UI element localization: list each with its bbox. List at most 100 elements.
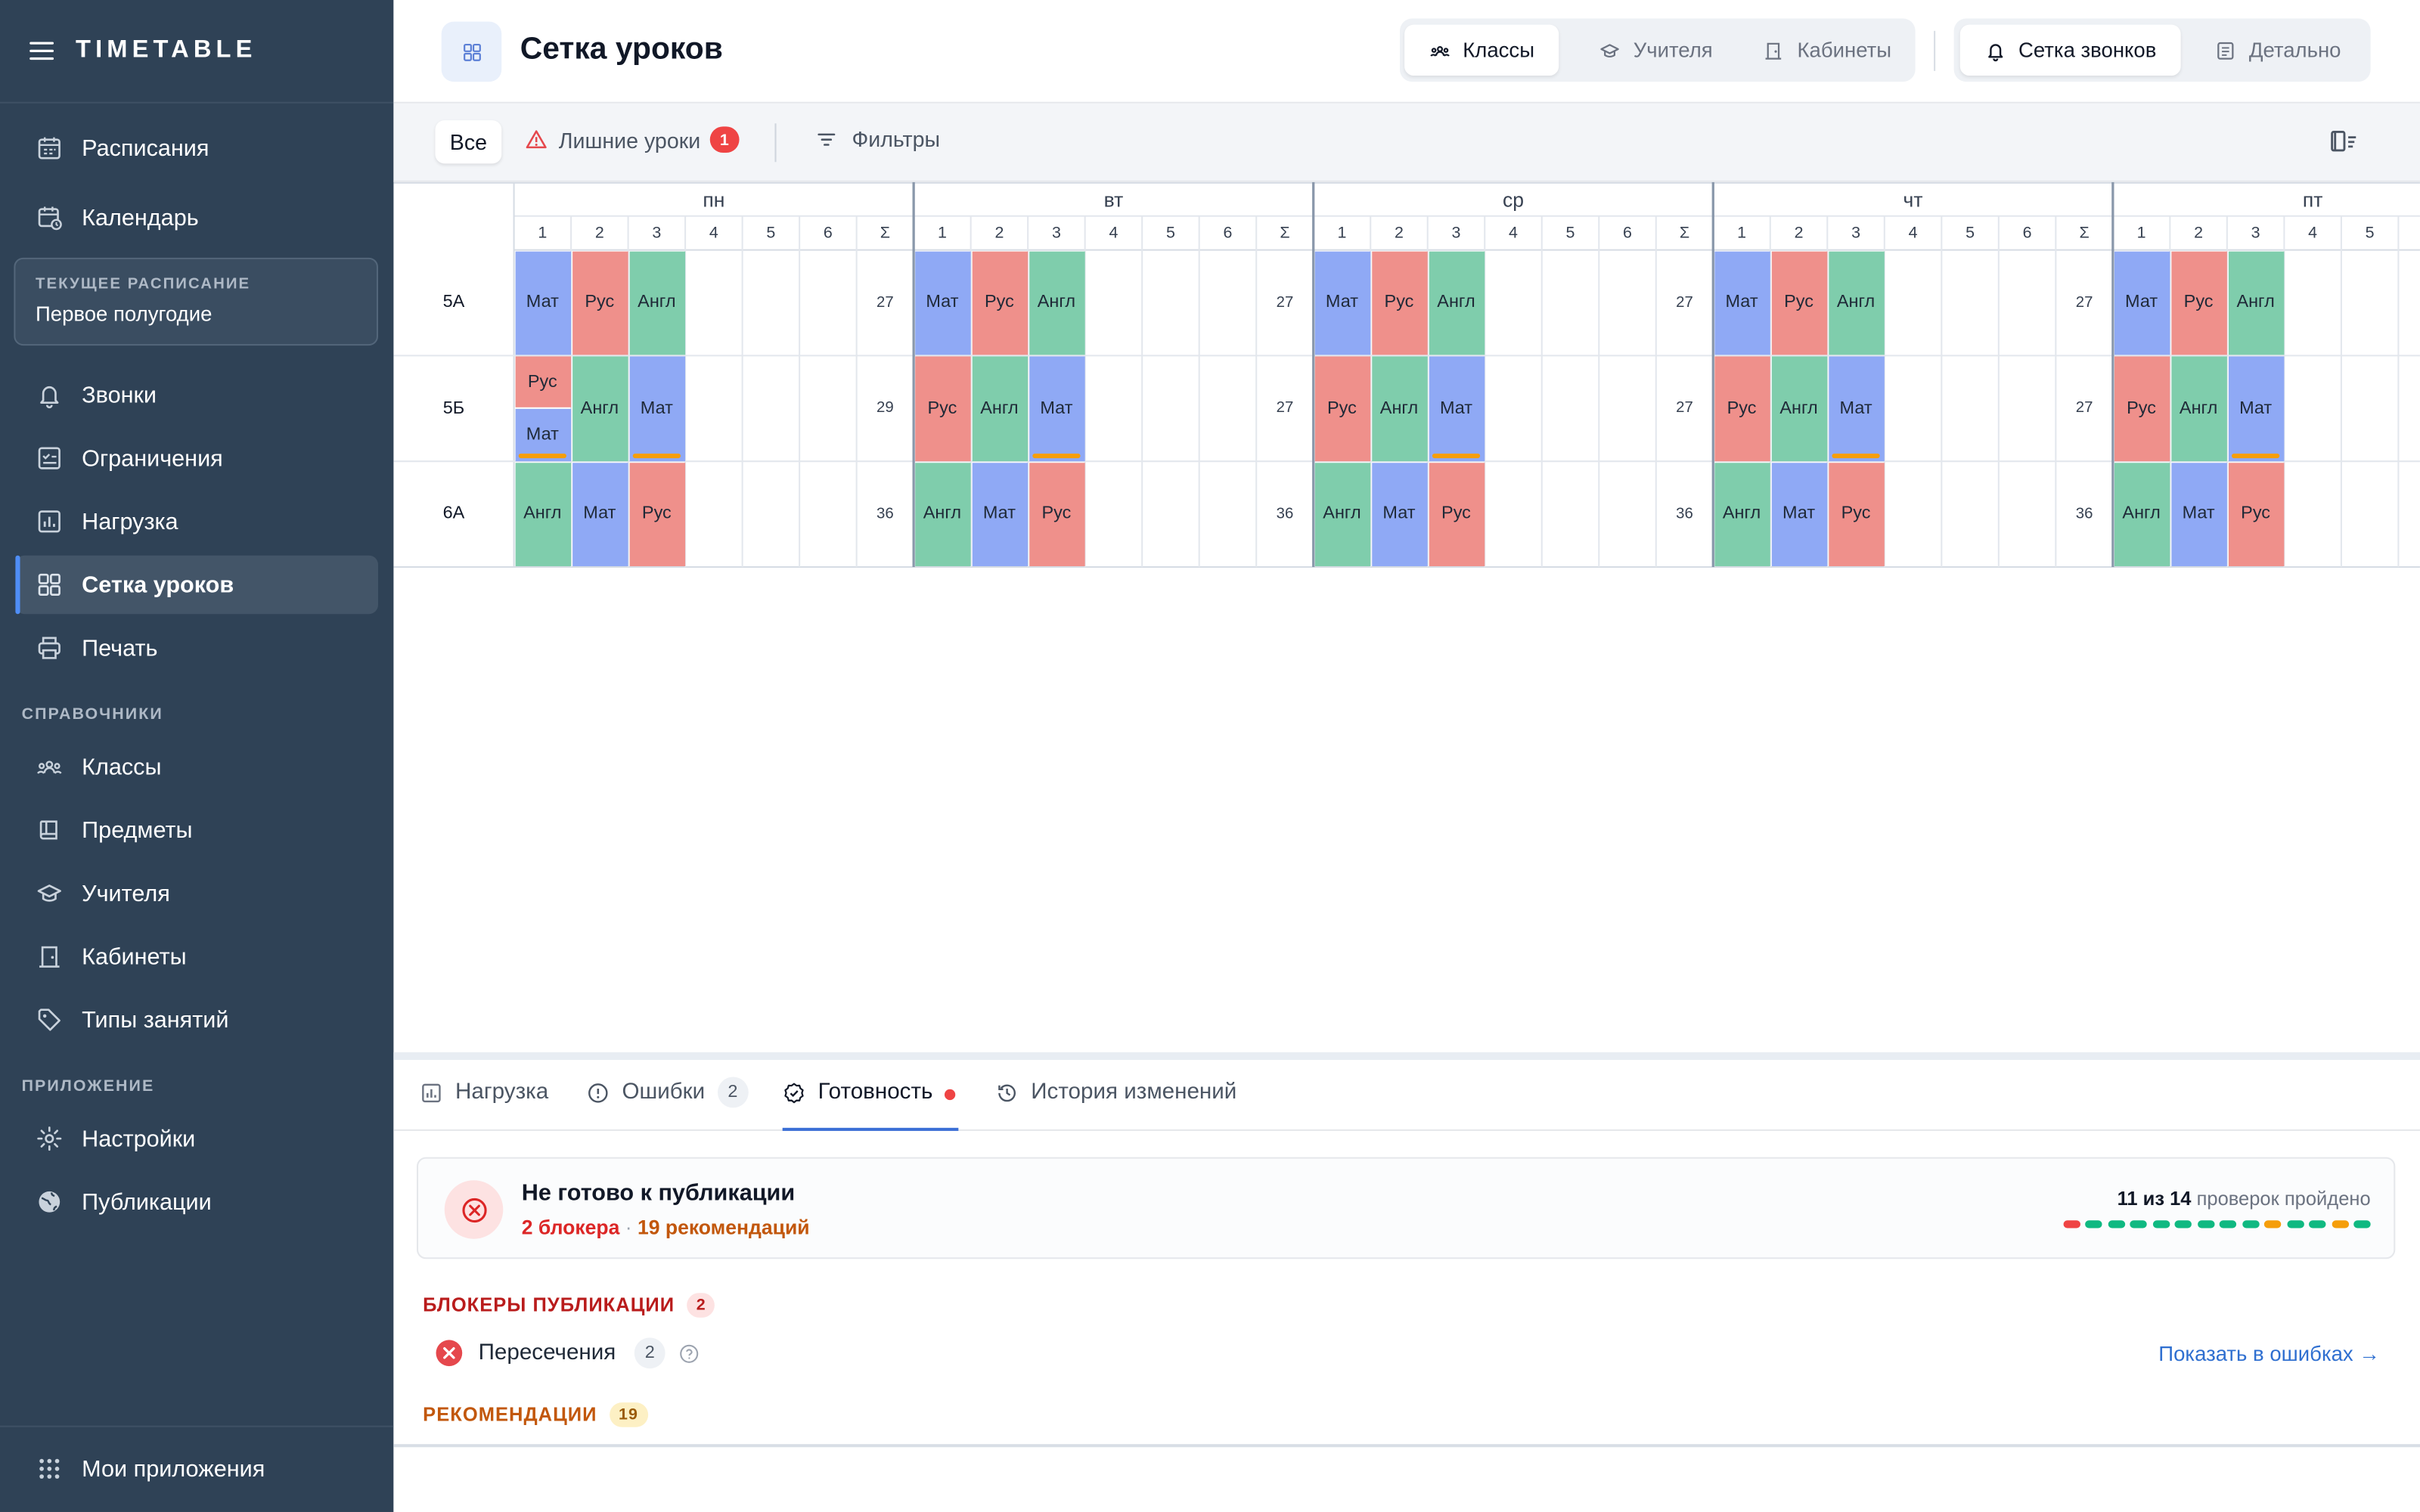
- sidebar-item-constraints[interactable]: Ограничения: [15, 429, 378, 488]
- empty-slot[interactable]: [1999, 355, 2056, 461]
- show-in-errors-link[interactable]: Показать в ошибках →: [2158, 1342, 2380, 1365]
- empty-slot[interactable]: [2341, 461, 2399, 567]
- empty-slot[interactable]: [1885, 250, 1942, 356]
- filters-button[interactable]: Фильтры: [815, 126, 940, 151]
- empty-slot[interactable]: [1599, 461, 1656, 567]
- lesson-russian[interactable]: Рус: [514, 356, 571, 408]
- empty-slot[interactable]: [1085, 461, 1143, 567]
- sidebar-item-my-apps[interactable]: Мои приложения: [15, 1439, 378, 1498]
- lesson-english[interactable]: Англ: [971, 356, 1028, 461]
- empty-slot[interactable]: [1941, 461, 1999, 567]
- empty-slot[interactable]: [1142, 461, 1199, 567]
- sidebar-item-teachers[interactable]: Учителя: [15, 864, 378, 923]
- lesson-russian[interactable]: Рус: [2170, 250, 2226, 355]
- tab-load[interactable]: Нагрузка: [420, 1080, 548, 1131]
- lesson-math[interactable]: Мат: [1371, 462, 1427, 566]
- lesson-math[interactable]: Мат: [1314, 250, 1370, 355]
- lesson-russian[interactable]: Рус: [1314, 356, 1370, 461]
- lesson-russian[interactable]: Рус: [2113, 356, 2170, 461]
- lesson-russian[interactable]: Рус: [1770, 250, 1827, 355]
- lesson-math[interactable]: Мат: [1714, 250, 1770, 355]
- lesson-russian[interactable]: Рус: [1428, 462, 1485, 566]
- tab-history[interactable]: История изменений: [995, 1080, 1236, 1131]
- empty-slot[interactable]: [2284, 461, 2341, 567]
- empty-slot[interactable]: [1485, 461, 1542, 567]
- lesson-english[interactable]: Англ: [1028, 250, 1084, 355]
- lesson-russian[interactable]: Рус: [1714, 356, 1770, 461]
- sidebar-item-classes[interactable]: Классы: [15, 738, 378, 797]
- empty-slot[interactable]: [1885, 461, 1942, 567]
- empty-slot[interactable]: [1085, 250, 1143, 356]
- lesson-russian[interactable]: Рус: [628, 462, 685, 566]
- lesson-russian[interactable]: Рус: [1828, 462, 1884, 566]
- clear-filters-icon[interactable]: [2329, 128, 2360, 156]
- sidebar-item-schedules[interactable]: Расписания: [15, 119, 378, 178]
- sidebar-item-rooms[interactable]: Кабинеты: [15, 928, 378, 987]
- empty-slot[interactable]: [1599, 250, 1656, 356]
- empty-slot[interactable]: [1999, 250, 2056, 356]
- sidebar-item-print[interactable]: Печать: [15, 618, 378, 677]
- lesson-english[interactable]: Англ: [2113, 462, 2170, 566]
- empty-slot[interactable]: [1999, 461, 2056, 567]
- empty-slot[interactable]: [1142, 250, 1199, 356]
- lesson-english[interactable]: Англ: [1428, 250, 1485, 355]
- sidebar-item-calendar[interactable]: Календарь: [15, 188, 378, 247]
- empty-slot[interactable]: [799, 250, 857, 356]
- tab-detailed[interactable]: Детально: [2192, 25, 2365, 76]
- empty-slot[interactable]: [743, 461, 800, 567]
- empty-slot[interactable]: [1199, 461, 1257, 567]
- blocker-row-intersections[interactable]: Пересечения 2: [436, 1337, 700, 1369]
- lesson-russian[interactable]: Рус: [1371, 250, 1427, 355]
- lesson-math[interactable]: Мат: [1428, 356, 1485, 461]
- lesson-english[interactable]: Англ: [514, 462, 571, 566]
- empty-slot[interactable]: [1542, 355, 1599, 461]
- lesson-math[interactable]: Мат: [1028, 356, 1084, 461]
- empty-slot[interactable]: [743, 355, 800, 461]
- lesson-math[interactable]: Мат: [572, 462, 628, 566]
- extra-lessons-button[interactable]: Лишние уроки 1: [525, 126, 740, 153]
- lesson-english[interactable]: Англ: [1714, 462, 1770, 566]
- lesson-russian[interactable]: Рус: [1028, 462, 1084, 566]
- lesson-russian[interactable]: Рус: [971, 250, 1028, 355]
- lesson-english[interactable]: Англ: [914, 462, 970, 566]
- empty-slot[interactable]: [1599, 355, 1656, 461]
- empty-slot[interactable]: [799, 355, 857, 461]
- lesson-english[interactable]: Англ: [1770, 356, 1827, 461]
- current-schedule-selector[interactable]: ТЕКУЩЕЕ РАСПИСАНИЕ Первое полугодие: [14, 257, 378, 346]
- lesson-math[interactable]: Мат: [2113, 250, 2170, 355]
- empty-slot[interactable]: [1941, 355, 1999, 461]
- filter-all-button[interactable]: Все: [435, 120, 502, 164]
- empty-slot[interactable]: [1199, 250, 1257, 356]
- empty-slot[interactable]: [2341, 355, 2399, 461]
- empty-slot[interactable]: [1199, 355, 1257, 461]
- sidebar-item-lesson-types[interactable]: Типы занятий: [15, 990, 378, 1049]
- empty-slot[interactable]: [2398, 250, 2420, 356]
- empty-slot[interactable]: [1885, 355, 1942, 461]
- lesson-russian[interactable]: Рус: [572, 250, 628, 355]
- help-icon[interactable]: [666, 1343, 700, 1364]
- tab-readiness[interactable]: Готовность: [782, 1080, 959, 1131]
- empty-slot[interactable]: [1485, 355, 1542, 461]
- empty-slot[interactable]: [799, 461, 857, 567]
- empty-slot[interactable]: [2341, 250, 2399, 356]
- lesson-math[interactable]: Мат: [2227, 356, 2284, 461]
- lesson-math[interactable]: Мат: [914, 250, 970, 355]
- empty-slot[interactable]: [1542, 461, 1599, 567]
- lesson-math[interactable]: Мат: [628, 356, 685, 461]
- lesson-russian[interactable]: Рус: [2227, 462, 2284, 566]
- tab-rooms[interactable]: Кабинеты: [1747, 25, 1907, 76]
- empty-slot[interactable]: [1485, 250, 1542, 356]
- empty-slot[interactable]: [1542, 250, 1599, 356]
- lesson-english[interactable]: Англ: [2170, 356, 2226, 461]
- empty-slot[interactable]: [743, 250, 800, 356]
- lesson-english[interactable]: Англ: [572, 356, 628, 461]
- empty-slot[interactable]: [685, 461, 743, 567]
- lesson-english[interactable]: Англ: [1371, 356, 1427, 461]
- lesson-math[interactable]: Мат: [514, 250, 571, 355]
- tab-bell-grid[interactable]: Сетка звонков: [1959, 24, 2181, 76]
- empty-slot[interactable]: [2398, 355, 2420, 461]
- sidebar-item-lesson-grid[interactable]: Сетка уроков: [15, 555, 378, 615]
- sidebar-item-bells[interactable]: Звонки: [15, 366, 378, 425]
- empty-slot[interactable]: [1142, 355, 1199, 461]
- lesson-math[interactable]: Мат: [1828, 356, 1884, 461]
